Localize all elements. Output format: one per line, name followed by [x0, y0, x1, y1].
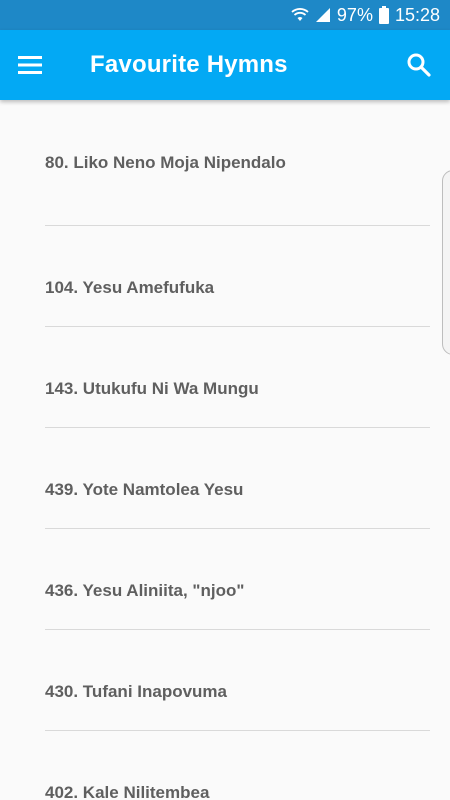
clock: 15:28 [394, 4, 440, 25]
search-icon[interactable] [406, 52, 432, 78]
scroll-handle[interactable] [442, 170, 450, 355]
status-bar: 97% 15:28 [0, 0, 450, 30]
signal-icon [315, 7, 331, 23]
app-bar: Favourite Hymns [0, 30, 450, 100]
list-item[interactable]: 430. Tufani Inapovuma [0, 630, 450, 731]
hymn-title: 104. Yesu Amefufuka [45, 278, 215, 297]
battery-icon [378, 6, 389, 24]
hymn-list: 80. Liko Neno Moja Nipendalo 104. Yesu A… [0, 100, 450, 800]
list-item[interactable]: 402. Kale Nilitembea [0, 731, 450, 800]
hymn-title: 436. Yesu Aliniita, "njoo" [45, 581, 245, 600]
list-item[interactable]: 436. Yesu Aliniita, "njoo" [0, 529, 450, 630]
page-title: Favourite Hymns [90, 51, 288, 78]
hymn-title: 402. Kale Nilitembea [45, 783, 210, 800]
hymn-title: 143. Utukufu Ni Wa Mungu [45, 379, 259, 398]
wifi-icon [291, 7, 309, 23]
list-item[interactable]: 439. Yote Namtolea Yesu [0, 428, 450, 529]
list-item[interactable]: 143. Utukufu Ni Wa Mungu [0, 327, 450, 428]
battery-percent: 97% [336, 4, 373, 25]
hymn-title: 430. Tufani Inapovuma [45, 682, 228, 701]
list-item[interactable]: 104. Yesu Amefufuka [0, 226, 450, 327]
status-icons: 97% 15:28 [291, 0, 440, 30]
list-item[interactable]: 80. Liko Neno Moja Nipendalo [0, 100, 450, 226]
hymn-title: 439. Yote Namtolea Yesu [45, 480, 244, 499]
hamburger-menu-icon[interactable] [18, 54, 42, 76]
hymn-title: 80. Liko Neno Moja Nipendalo [45, 153, 286, 172]
